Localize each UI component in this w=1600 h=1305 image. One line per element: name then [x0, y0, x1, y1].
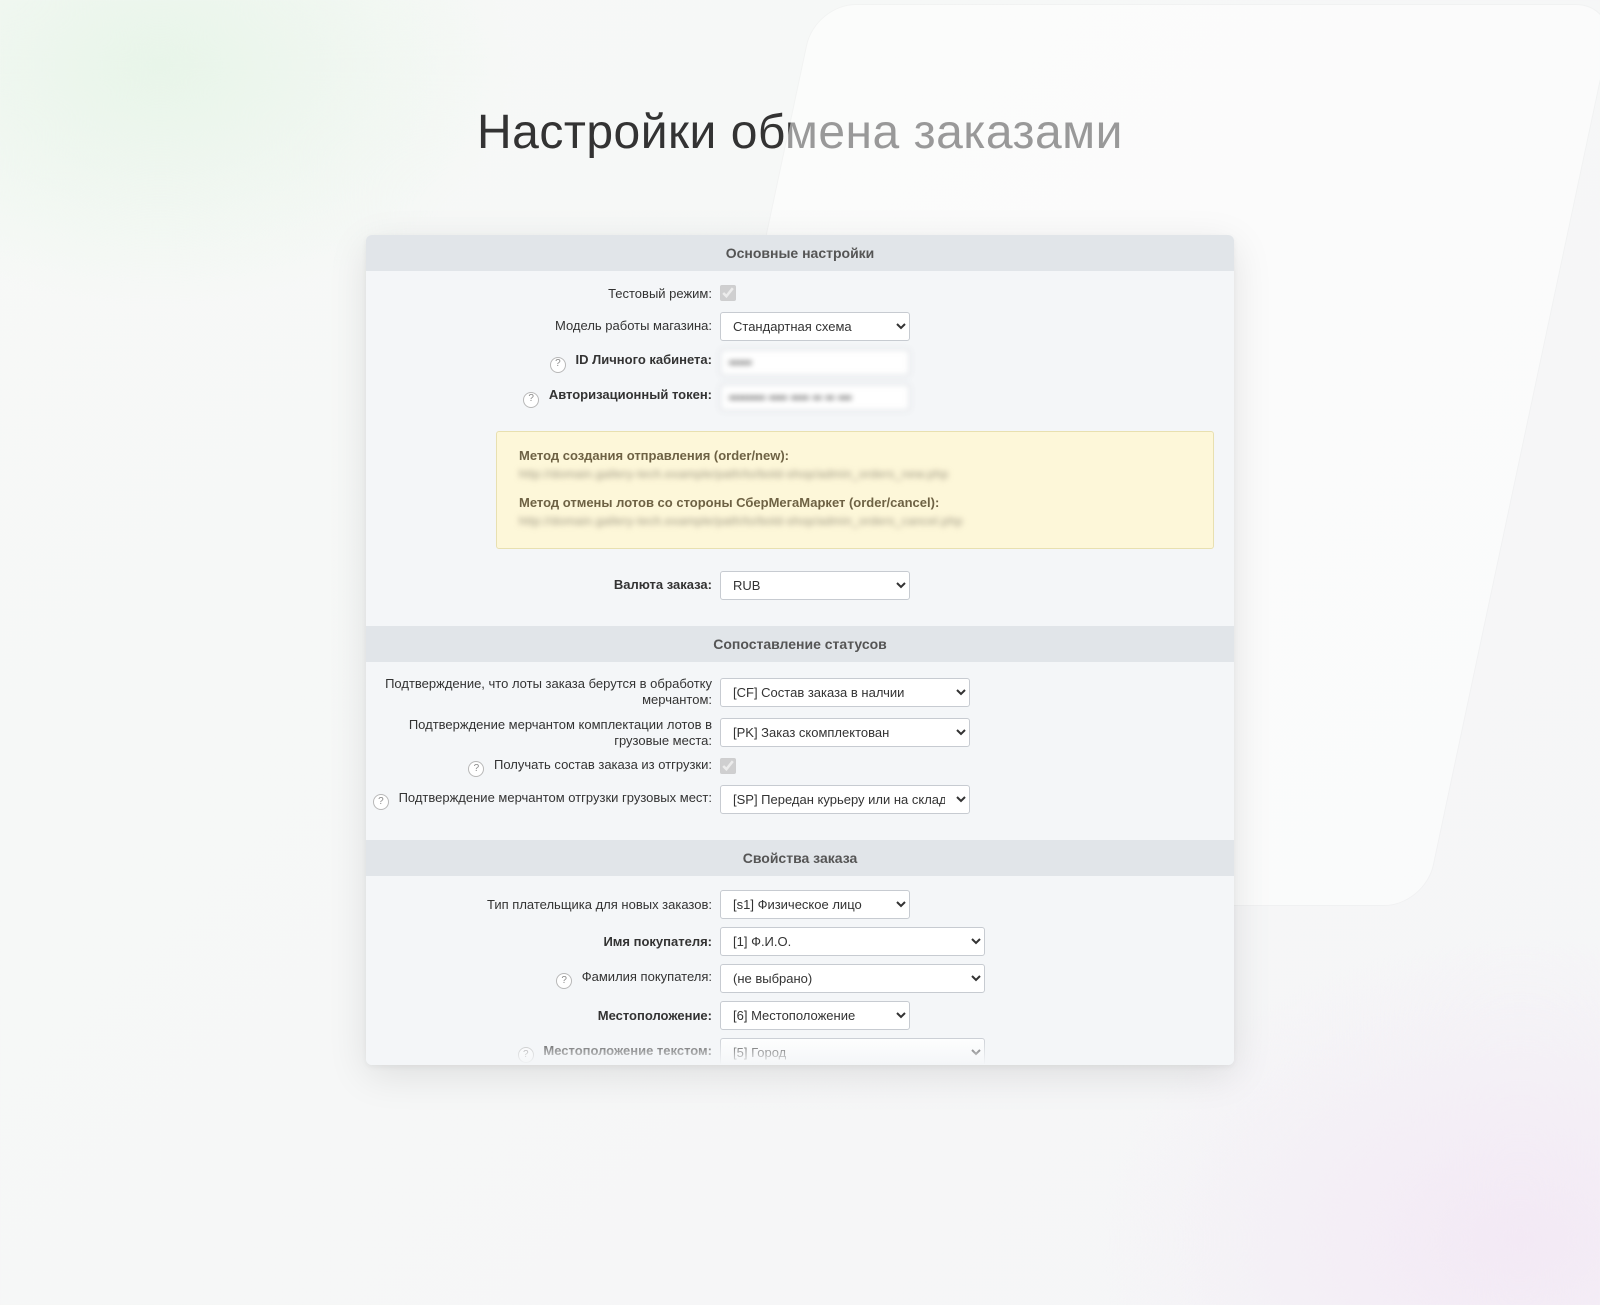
endpoints-notice: Метод создания отправления (order/new): … [496, 431, 1214, 549]
select-location-text[interactable]: [5] Город [720, 1038, 985, 1065]
label-test-mode: Тестовый режим: [608, 286, 712, 301]
label-store-model: Модель работы магазина: [555, 318, 712, 333]
label-get-composition: Получать состав заказа из отгрузки: [494, 757, 712, 772]
select-store-model[interactable]: Стандартная схема [720, 312, 910, 341]
page-title: Настройки обмена заказами [0, 105, 1600, 160]
help-icon[interactable]: ? [550, 357, 566, 373]
notice-order-cancel-title: Метод отмены лотов со стороны СберМегаМа… [519, 495, 1191, 510]
notice-order-new-url: http://domain.gallery-tech.example/path/… [519, 467, 1191, 481]
checkbox-test-mode[interactable] [720, 285, 736, 301]
input-cabinet-id[interactable] [720, 349, 910, 376]
label-cabinet-id: ID Личного кабинета: [576, 352, 712, 367]
select-location[interactable]: [6] Местоположение [720, 1001, 910, 1030]
notice-order-cancel-url: http://domain.gallery-tech.example/path/… [519, 514, 1191, 528]
notice-order-new-title: Метод создания отправления (order/new): [519, 448, 1191, 463]
label-buyer-surname: Фамилия покупателя: [582, 969, 712, 984]
select-currency[interactable]: RUB [720, 571, 910, 600]
label-confirm-processing: Подтверждение, что лоты заказа берутся в… [385, 676, 712, 707]
select-confirm-processing[interactable]: [CF] Состав заказа в налчии [720, 678, 970, 707]
select-buyer-name[interactable]: [1] Ф.И.О. [720, 927, 985, 956]
checkbox-get-composition[interactable] [720, 758, 736, 774]
help-icon[interactable]: ? [523, 392, 539, 408]
select-confirm-packing[interactable]: [PK] Заказ скомплектован [720, 718, 970, 747]
input-auth-token[interactable] [720, 384, 910, 411]
select-buyer-surname[interactable]: (не выбрано) [720, 964, 985, 993]
label-location: Местоположение: [598, 1008, 712, 1023]
help-icon[interactable]: ? [518, 1047, 534, 1063]
label-confirm-shipping: Подтверждение мерчантом отгрузки грузовы… [399, 790, 712, 805]
section-status-mapping: Сопоставление статусов [366, 626, 1234, 662]
help-icon[interactable]: ? [373, 794, 389, 810]
label-confirm-packing: Подтверждение мерчантом комплектации лот… [409, 717, 712, 748]
label-location-text: Местоположение текстом: [543, 1043, 712, 1058]
label-buyer-name: Имя покупателя: [603, 934, 712, 949]
label-auth-token: Авторизационный токен: [549, 387, 712, 402]
select-payer-type[interactable]: [s1] Физическое лицо [720, 890, 910, 919]
settings-panel: Основные настройки Тестовый режим: Модел… [366, 235, 1234, 1065]
section-order-properties: Свойства заказа [366, 840, 1234, 876]
help-icon[interactable]: ? [468, 761, 484, 777]
label-currency: Валюта заказа: [614, 577, 712, 592]
label-payer-type: Тип плательщика для новых заказов: [487, 897, 712, 912]
select-confirm-shipping[interactable]: [SP] Передан курьеру или на склад [720, 785, 970, 814]
section-main-settings: Основные настройки [366, 235, 1234, 271]
help-icon[interactable]: ? [556, 973, 572, 989]
